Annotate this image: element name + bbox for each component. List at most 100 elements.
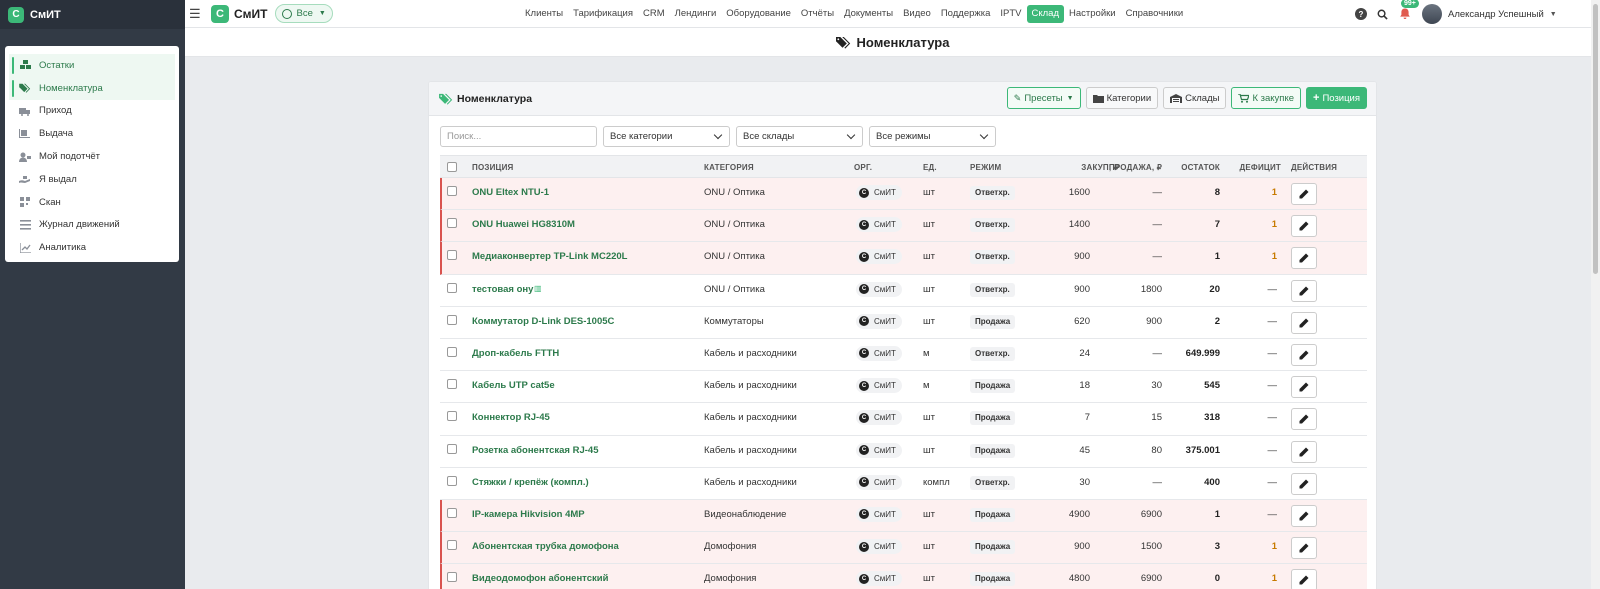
nav-item-8[interactable]: Видео	[898, 5, 936, 23]
nav-item-10[interactable]: IPTV	[995, 5, 1026, 23]
position-link[interactable]: Розетка абонентская RJ-45	[472, 445, 598, 456]
sidebar-item-7[interactable]: Скан	[9, 191, 175, 214]
to-purchase-button[interactable]: К закупке	[1231, 87, 1301, 109]
position-link[interactable]: Коммутатор D-Link DES-1005C	[472, 316, 614, 327]
nav-item-13[interactable]: Справочники	[1121, 5, 1189, 23]
buy-price-cell: 30	[1079, 476, 1090, 488]
add-position-button[interactable]: + Позиция	[1306, 87, 1367, 109]
nav-item-6[interactable]: Отчёты	[796, 5, 839, 23]
nav-item-9[interactable]: Поддержка	[936, 5, 996, 23]
position-link[interactable]: тестовая ону	[472, 284, 533, 295]
sidebar-item-1[interactable]: Остатки	[9, 54, 175, 77]
position-link[interactable]: ONU Eltex NTU-1	[472, 187, 549, 198]
row-checkbox[interactable]	[447, 314, 457, 325]
position-link[interactable]: ONU Huawei HG8310M	[472, 219, 575, 230]
col-stock[interactable]: Остаток	[1160, 163, 1220, 172]
nav-item-7[interactable]: Документы	[839, 5, 898, 23]
sell-price-cell: —	[1152, 476, 1163, 488]
chevron-down-icon	[846, 130, 856, 140]
warehouse-select[interactable]: Все склады	[736, 126, 863, 147]
sidebar-item-3[interactable]: Приход	[9, 100, 175, 123]
nav-item-11[interactable]: Склад	[1026, 5, 1065, 23]
row-checkbox[interactable]	[447, 282, 457, 293]
sidebar-item-label: Остатки	[39, 59, 75, 71]
edit-button[interactable]	[1291, 569, 1317, 589]
row-checkbox[interactable]	[447, 186, 457, 196]
search-icon[interactable]	[1377, 9, 1388, 20]
position-link[interactable]: Видеодомофон абонентский	[472, 573, 608, 584]
col-category[interactable]: Категория	[704, 163, 754, 172]
user-name[interactable]: Александр Успешный	[1448, 9, 1544, 20]
edit-button[interactable]	[1291, 504, 1317, 527]
position-link[interactable]: Абонентская трубка домофона	[472, 541, 619, 552]
edit-button[interactable]	[1291, 247, 1317, 270]
sell-price-cell: 1500	[1140, 541, 1162, 553]
position-link[interactable]: Медиаконвертер TP-Link MC220L	[472, 251, 627, 262]
warehouses-label: Склады	[1185, 92, 1220, 104]
edit-button[interactable]	[1291, 408, 1317, 431]
edit-button[interactable]	[1291, 472, 1317, 495]
col-position[interactable]: Позиция	[472, 163, 513, 172]
sidebar-item-6[interactable]: Я выдал	[9, 168, 175, 191]
col-deficit[interactable]: Дефицит	[1216, 163, 1281, 172]
presets-button[interactable]: ✎ Пресеты ▼	[1006, 87, 1081, 109]
row-checkbox[interactable]	[447, 218, 457, 229]
edit-button[interactable]	[1291, 343, 1317, 366]
position-link[interactable]: Дроп-кабель FTTH	[472, 348, 559, 359]
nav-item-5[interactable]: Оборудование	[721, 5, 796, 23]
warehouses-button[interactable]: Склады	[1163, 87, 1227, 109]
sidebar-item-5[interactable]: Мой подотчёт	[9, 145, 175, 168]
sidebar-brand[interactable]: С СмИТ	[0, 0, 185, 29]
position-link[interactable]: Кабель UTP cat5e	[472, 380, 555, 391]
edit-button[interactable]	[1291, 376, 1317, 399]
edit-button[interactable]	[1291, 183, 1317, 205]
scope-selector[interactable]: Все ▼	[274, 4, 333, 23]
row-checkbox[interactable]	[447, 411, 457, 422]
row-checkbox[interactable]	[447, 379, 457, 390]
row-checkbox[interactable]	[447, 475, 457, 486]
nav-item-2[interactable]: Тарификация	[568, 5, 638, 23]
categories-button[interactable]: Категории	[1085, 87, 1159, 109]
edit-button[interactable]	[1291, 537, 1317, 560]
menu-toggle-icon[interactable]: ☰	[189, 6, 203, 22]
edit-button[interactable]	[1291, 311, 1317, 334]
org-label: СмИТ	[874, 413, 896, 423]
position-link[interactable]: IP-камера Hikvision 4MP	[472, 509, 585, 520]
sidebar-item-4[interactable]: Выдача	[9, 122, 175, 145]
row-checkbox[interactable]	[447, 507, 457, 518]
search-input[interactable]	[440, 126, 597, 147]
nav-item-1[interactable]: Клиенты	[520, 5, 568, 23]
nav-item-4[interactable]: Лендинги	[670, 5, 722, 23]
scrollbar-thumb[interactable]	[1593, 4, 1598, 274]
user-caret-down-icon[interactable]: ▼	[1550, 11, 1557, 18]
row-checkbox[interactable]	[447, 250, 457, 261]
avatar[interactable]	[1422, 4, 1442, 24]
row-checkbox[interactable]	[447, 540, 457, 551]
edit-button[interactable]	[1291, 440, 1317, 463]
nav-item-3[interactable]: CRM	[638, 5, 670, 23]
row-checkbox[interactable]	[447, 572, 457, 583]
sidebar-item-9[interactable]: Аналитика	[9, 236, 175, 259]
category-select[interactable]: Все категории	[603, 126, 730, 147]
notifications-button[interactable]: 99+	[1398, 0, 1419, 21]
row-checkbox[interactable]	[447, 443, 457, 454]
help-icon[interactable]: ?	[1355, 8, 1367, 20]
nav-item-12[interactable]: Настройки	[1064, 5, 1121, 23]
page-scrollbar[interactable]	[1591, 0, 1600, 589]
select-all-checkbox[interactable]	[447, 162, 457, 172]
sidebar-item-8[interactable]: Журнал движений	[9, 214, 175, 237]
edit-button[interactable]	[1291, 215, 1317, 238]
mode-select[interactable]: Все режимы	[869, 126, 996, 147]
position-link[interactable]: Стяжки / крепёж (компл.)	[472, 477, 589, 488]
edit-button[interactable]	[1291, 279, 1317, 302]
row-checkbox[interactable]	[447, 346, 457, 357]
sell-price-cell: 1800	[1140, 283, 1162, 295]
app-logo-text[interactable]: СмИТ	[234, 7, 268, 21]
org-logo-icon: С	[859, 573, 869, 584]
position-link[interactable]: Коннектор RJ-45	[472, 412, 550, 423]
buy-price-cell: 900	[1074, 251, 1090, 263]
col-sell-price[interactable]: Продажа, ₽	[1102, 163, 1162, 172]
stock-cell: 1	[1214, 508, 1220, 520]
sidebar-item-2[interactable]: Номенклатура	[9, 76, 175, 100]
app-logo-mark[interactable]: С	[211, 4, 229, 23]
